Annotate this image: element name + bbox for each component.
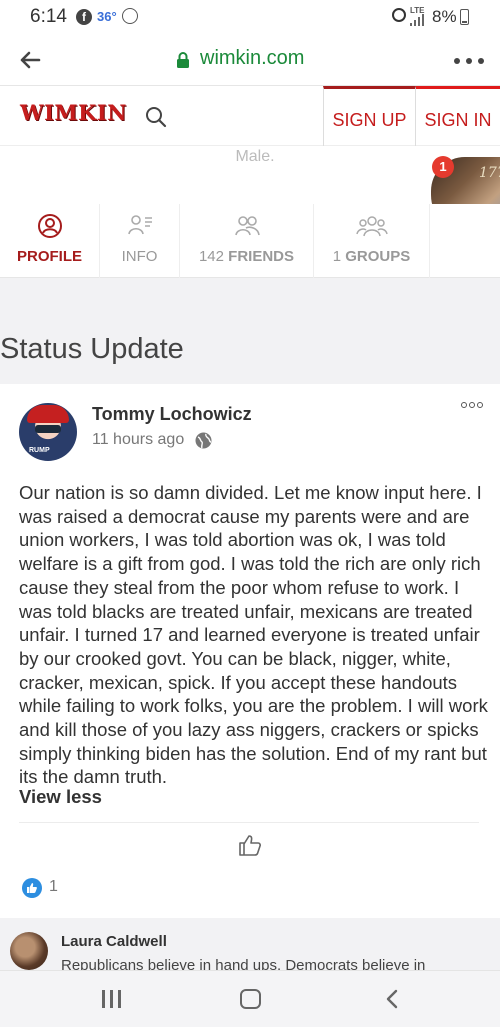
like-count: 1 — [49, 878, 58, 895]
tab-info-label: INFO — [121, 248, 158, 265]
tab-profile-label: PROFILE — [16, 248, 82, 265]
status-temperature: 36° — [97, 9, 117, 24]
person-icon — [37, 214, 62, 238]
back-arrow-icon[interactable] — [18, 48, 42, 72]
comment-item: Laura Caldwell Republicans believe in ha… — [0, 918, 500, 970]
globe-icon — [195, 432, 212, 449]
sign-up-button[interactable]: SIGN UP — [323, 86, 416, 146]
tab-groups-label: 1 GROUPS — [314, 248, 429, 265]
info-list-icon — [127, 215, 152, 235]
home-icon[interactable] — [240, 989, 261, 1009]
tab-friends-label: 142 FRIENDS — [180, 248, 313, 265]
post-body: Our nation is so damn divided. Let me kn… — [19, 482, 488, 788]
post-card: RUMP Tommy Lochowicz 11 hours ago Our na… — [0, 384, 500, 918]
tab-profile[interactable]: PROFILE — [0, 204, 100, 278]
sign-in-button[interactable]: SIGN IN — [416, 86, 500, 146]
battery-percent: 8% — [432, 7, 457, 26]
friends-count: 142 — [198, 248, 224, 265]
comment-text: Republicans believe in hand ups. Democra… — [61, 957, 426, 970]
browser-menu-icon[interactable] — [454, 58, 484, 64]
avatar-shirt-text: RUMP — [29, 447, 50, 454]
lock-icon — [177, 52, 189, 68]
groups-icon — [355, 216, 388, 237]
avatar-sunglasses — [35, 425, 61, 433]
back-icon[interactable] — [383, 989, 403, 1009]
post-author-name[interactable]: Tommy Lochowicz — [92, 404, 252, 425]
tab-info[interactable]: INFO — [100, 204, 180, 278]
recent-apps-icon[interactable] — [102, 990, 122, 1008]
groups-label: GROUPS — [345, 248, 411, 265]
post-author-avatar[interactable]: RUMP — [19, 403, 77, 461]
notification-badge[interactable]: 1 — [432, 156, 454, 178]
url-text[interactable]: wimkin.com — [200, 47, 304, 70]
groups-count: 1 — [332, 248, 342, 265]
tab-friends[interactable]: 142 FRIENDS — [180, 204, 314, 278]
signal-bars-icon — [410, 14, 426, 26]
messenger-notification-icon — [122, 8, 138, 24]
post-options-icon[interactable] — [461, 402, 483, 410]
site-logo[interactable]: WIMKIN — [20, 100, 127, 125]
friends-icon — [234, 216, 260, 236]
friends-label: FRIENDS — [228, 248, 295, 265]
avatar-caption: 1776 — [479, 165, 500, 181]
like-button-icon[interactable] — [238, 833, 262, 857]
comment-author-name[interactable]: Laura Caldwell — [61, 933, 167, 950]
alarm-icon — [392, 8, 406, 22]
avatar-hat — [27, 405, 69, 423]
search-icon[interactable] — [145, 106, 167, 128]
section-title: Status Update — [0, 333, 184, 365]
browser-url-bar: wimkin.com — [0, 34, 500, 86]
profile-tabs: PROFILE INFO 142 FRIENDS 1 GROUPS — [0, 204, 500, 278]
post-timestamp[interactable]: 11 hours ago — [92, 431, 184, 449]
tab-groups[interactable]: 1 GROUPS — [314, 204, 430, 278]
battery-icon — [460, 9, 469, 25]
status-bar: 6:14 f 36° LTE 8% — [0, 0, 500, 34]
status-time: 6:14 — [30, 6, 67, 27]
system-navigation-bar — [0, 970, 500, 1027]
facebook-notification-icon: f — [76, 9, 92, 25]
post-divider — [19, 822, 479, 823]
comment-author-avatar[interactable] — [10, 932, 48, 970]
view-less-link[interactable]: View less — [19, 786, 102, 808]
profile-gender: Male. — [235, 148, 275, 165]
site-header: WIMKIN SIGN UP SIGN IN — [0, 86, 500, 146]
like-badge-icon — [22, 878, 42, 898]
